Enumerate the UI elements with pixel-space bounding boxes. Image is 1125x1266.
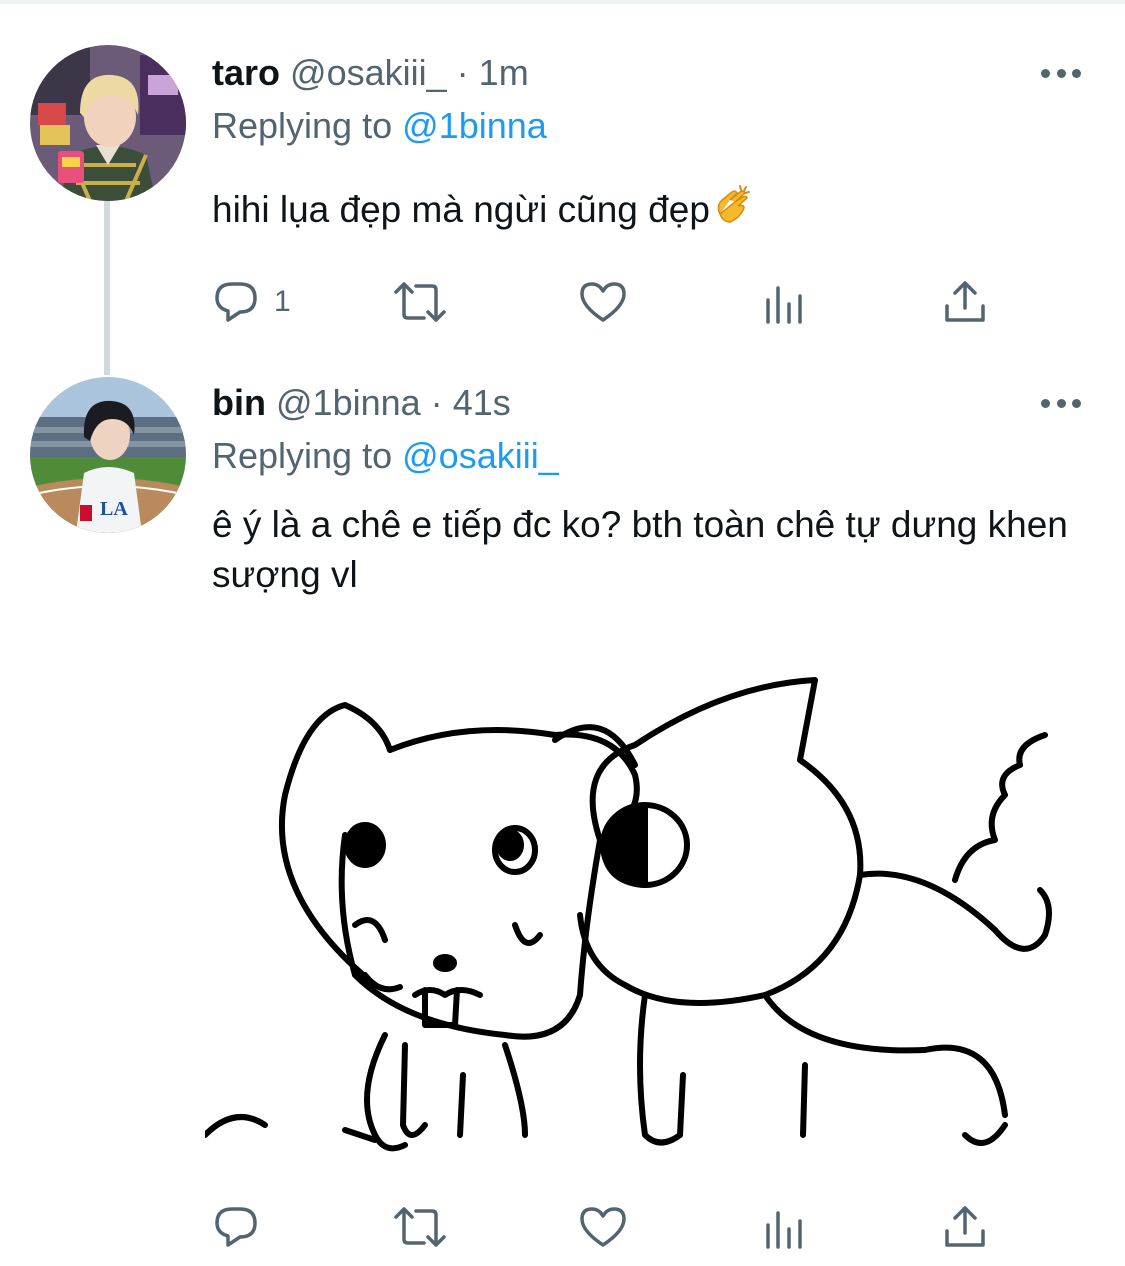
reply-button[interactable]	[212, 1197, 274, 1257]
tweet-actions: 1	[212, 272, 1012, 332]
share-icon	[945, 1206, 985, 1247]
like-button[interactable]	[578, 1197, 628, 1257]
analytics-button[interactable]	[762, 1197, 806, 1257]
analytics-icon	[766, 286, 802, 324]
retweet-icon	[394, 282, 446, 322]
retweet-button[interactable]	[390, 272, 450, 332]
replying-to: Replying to @1binna	[212, 104, 547, 148]
tweet-taro[interactable]: taro @osakiii_ · 1m Replying to @1binna …	[0, 0, 1125, 375]
tweet-actions	[212, 1197, 1012, 1257]
share-button[interactable]	[942, 272, 988, 332]
tweet-bin[interactable]: LA bin @1binna · 41s Replying to @osakii…	[0, 365, 1125, 1266]
display-name[interactable]: bin	[212, 382, 266, 423]
display-name[interactable]: taro	[212, 52, 280, 93]
timestamp[interactable]: 41s	[453, 382, 511, 423]
svg-text:LA: LA	[100, 498, 128, 520]
clapping-hands-icon	[710, 184, 754, 241]
tweet-text-body: hihi lụa đẹp mà ngừi cũng đẹp	[212, 189, 710, 230]
user-handle[interactable]: @1binna	[276, 382, 421, 423]
like-button[interactable]	[578, 272, 628, 332]
comment-icon	[215, 282, 257, 322]
share-button[interactable]	[942, 1197, 988, 1257]
replying-to-label: Replying to	[212, 105, 393, 146]
reply-count: 1	[274, 285, 291, 318]
like-icon	[580, 282, 626, 322]
avatar[interactable]	[30, 45, 186, 201]
more-icon[interactable]	[1041, 67, 1081, 79]
attached-image[interactable]	[202, 665, 1065, 1180]
tweet-header: bin @1binna · 41s	[212, 381, 511, 425]
tweet-header: taro @osakiii_ · 1m	[212, 51, 529, 95]
tweet-text: ê ý là a chê e tiếp đc ko? bth toàn chê …	[212, 504, 1068, 595]
avatar[interactable]: LA	[30, 377, 186, 533]
more-icon[interactable]	[1041, 397, 1081, 409]
thread-connector-line	[104, 201, 110, 375]
analytics-button[interactable]	[762, 272, 806, 332]
tweet-text: hihi lụa đẹp mà ngừi cũng đẹp	[212, 184, 1072, 241]
analytics-icon	[766, 1211, 802, 1249]
timestamp[interactable]: 1m	[479, 52, 529, 93]
puppies-drawing	[202, 677, 1052, 1152]
mention-link[interactable]: @osakiii_	[402, 435, 559, 476]
retweet-icon	[394, 1207, 446, 1247]
mention-link[interactable]: @1binna	[402, 105, 547, 146]
share-icon	[945, 281, 985, 322]
user-handle[interactable]: @osakiii_	[290, 52, 447, 93]
like-icon	[580, 1207, 626, 1247]
reply-button[interactable]: 1	[212, 272, 291, 332]
comment-icon	[215, 1207, 257, 1247]
separator: ·	[456, 52, 469, 93]
replying-to-label: Replying to	[212, 435, 393, 476]
separator: ·	[430, 382, 443, 423]
retweet-button[interactable]	[390, 1197, 450, 1257]
replying-to: Replying to @osakiii_	[212, 434, 559, 478]
